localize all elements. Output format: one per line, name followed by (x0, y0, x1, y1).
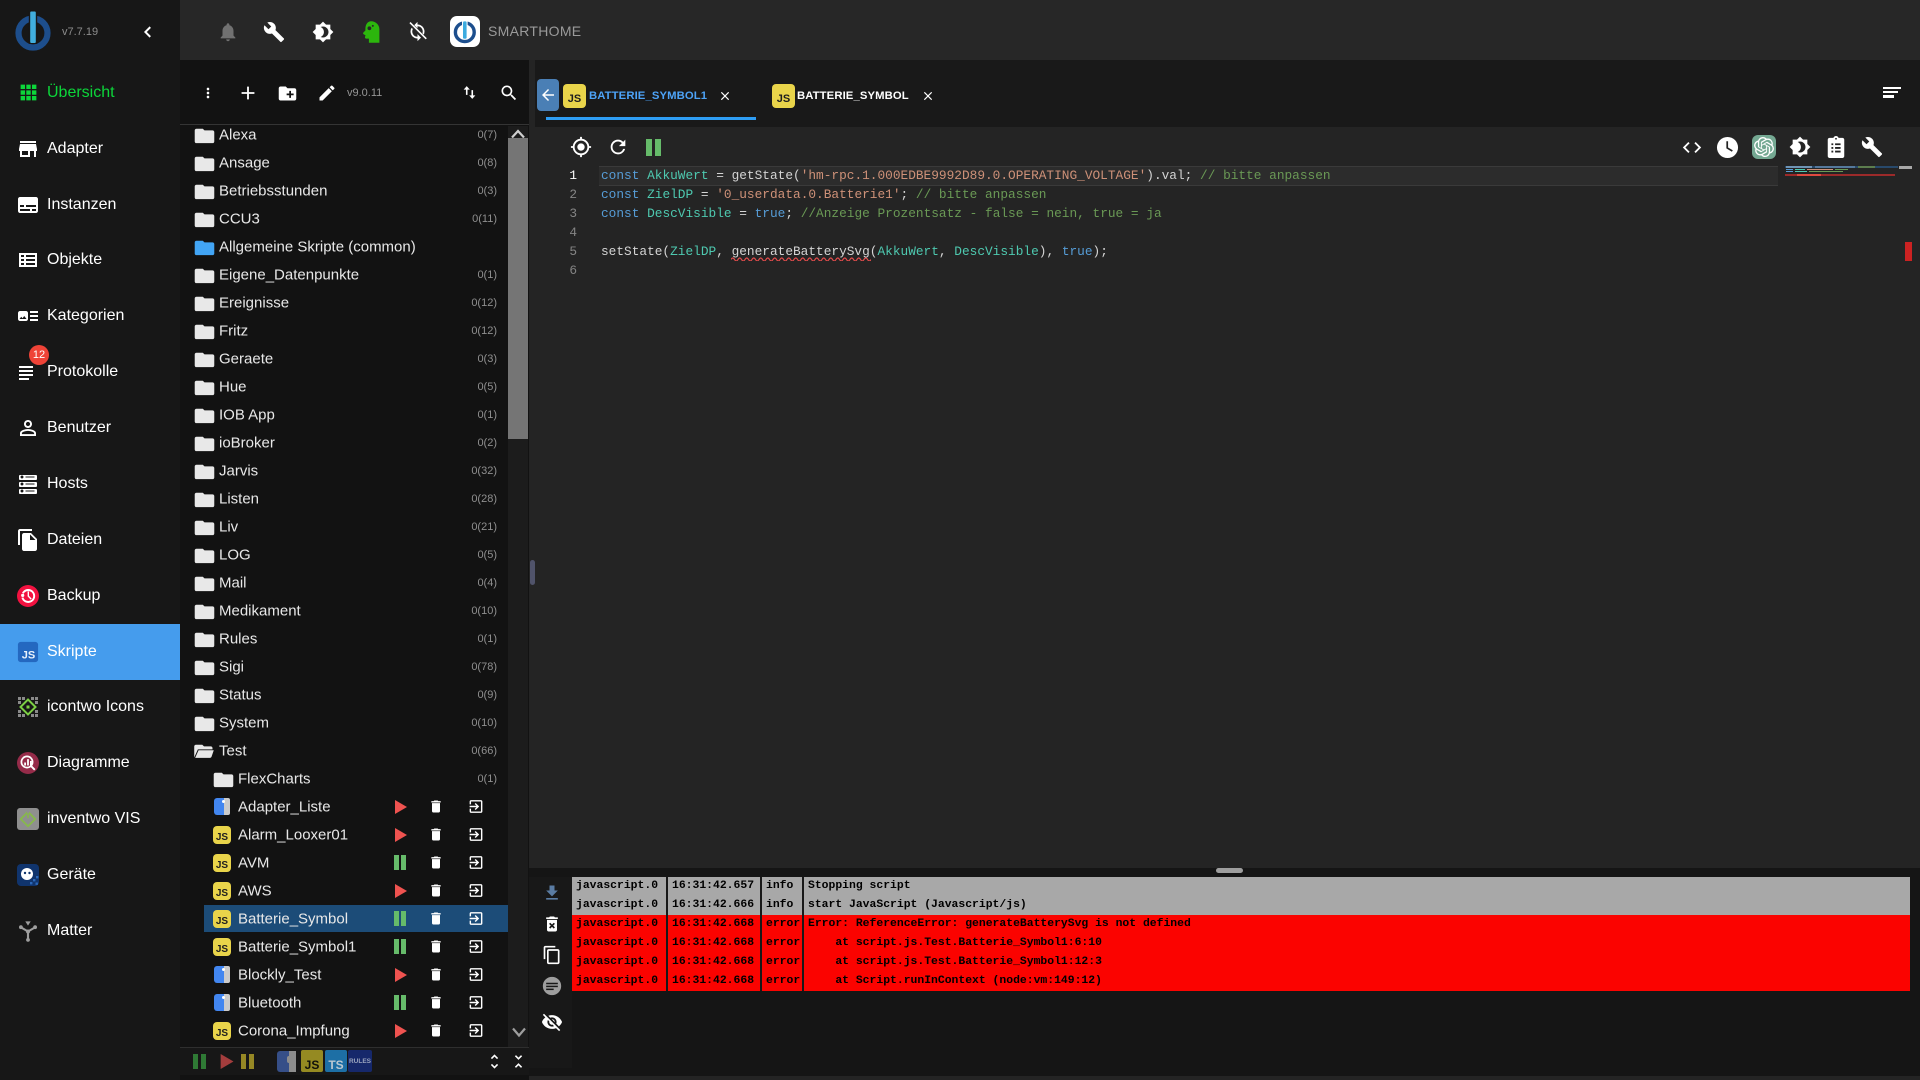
svg-text:JS: JS (22, 649, 35, 661)
